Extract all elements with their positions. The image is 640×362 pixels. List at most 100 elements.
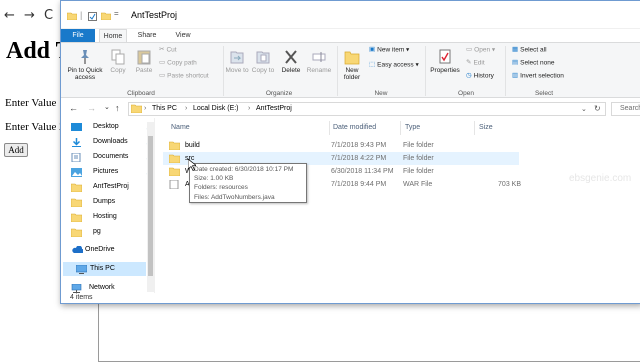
paste-shortcut-icon: ▭ [159, 72, 166, 79]
edit-button[interactable]: ✎ Edit [466, 59, 485, 68]
tooltip-date-created: Date created: 6/30/2018 10:17 PM [194, 166, 294, 173]
nav-item-hosting[interactable]: Hosting [71, 210, 153, 224]
tab-view[interactable]: View [169, 29, 197, 42]
ribbon-separator [337, 46, 338, 96]
rename-button[interactable]: Rename [305, 49, 333, 74]
copy-label: Copy [110, 67, 126, 74]
file-row-build[interactable]: build 7/1/2018 9:43 PM File folder [163, 139, 519, 152]
onedrive-icon [72, 246, 83, 253]
browser-back-button[interactable]: ← [4, 8, 15, 23]
nav-item-this-pc[interactable]: This PC [63, 262, 146, 276]
paste-shortcut-button[interactable]: ▭ Paste shortcut [159, 72, 209, 81]
folder-icon [71, 183, 82, 192]
nav-scrollbar[interactable] [147, 122, 154, 292]
breadcrumb-this-pc[interactable]: This PC [152, 105, 177, 112]
file-date: 6/30/2018 11:34 PM [331, 168, 394, 175]
ribbon-separator [505, 46, 506, 96]
paste-button[interactable]: Paste [132, 49, 156, 74]
item-count: 4 items [70, 294, 93, 301]
browser-reload-button[interactable]: C [44, 8, 53, 23]
tab-home[interactable]: Home [99, 29, 127, 42]
nav-item-onedrive[interactable]: OneDrive [71, 243, 153, 257]
column-header-size[interactable]: Size [479, 124, 493, 131]
search-input[interactable]: Search [611, 102, 640, 116]
browser-forward-button[interactable]: → [24, 8, 35, 23]
column-separator[interactable] [329, 121, 330, 135]
history-icon: ◷ [466, 72, 472, 79]
folder-icon [71, 228, 82, 237]
invert-selection-button[interactable]: ▥ Invert selection [512, 72, 564, 81]
new-folder-qat-icon[interactable] [101, 12, 111, 20]
new-folder-button[interactable]: New folder [340, 49, 364, 81]
file-name: build [185, 142, 200, 149]
rename-label: Rename [306, 67, 332, 74]
easy-access-button[interactable]: ⬚ Easy access ▾ [369, 61, 419, 70]
refresh-icon[interactable]: ↻ [594, 104, 601, 113]
nav-item-dumps[interactable]: Dumps [71, 195, 153, 209]
add-button[interactable]: Add [4, 143, 28, 157]
history-button[interactable]: ◷ History [466, 72, 494, 81]
folder-address-icon [131, 104, 142, 113]
nav-item-anttestproj[interactable]: AntTestProj [71, 180, 153, 194]
open-button[interactable]: ▭ Open ▾ [466, 46, 495, 55]
column-separator[interactable] [400, 121, 401, 135]
column-header-date[interactable]: Date modified [333, 124, 376, 131]
title-bar: | = AntTestProj [61, 1, 640, 29]
address-bar: ← → ⌄ ↑ › This PC › Local Disk (E:) › An… [61, 100, 640, 117]
nav-scrollbar-thumb[interactable] [148, 136, 153, 276]
paste-label: Paste [135, 67, 153, 74]
cut-button[interactable]: ✂ Cut [159, 46, 177, 55]
nav-item-downloads[interactable]: Downloads 📌 [71, 135, 153, 149]
window-title: AntTestProj [131, 10, 178, 20]
breadcrumb-anttestproj[interactable]: AntTestProj [256, 105, 292, 112]
file-type: File folder [403, 168, 434, 175]
nav-label: Desktop [93, 123, 119, 130]
history-label: History [473, 72, 494, 80]
move-to-button[interactable]: Move to [225, 49, 249, 74]
mouse-cursor-icon [188, 159, 196, 171]
nav-label: pg [93, 228, 101, 235]
qat-dropdown[interactable]: = [114, 9, 119, 18]
forward-button[interactable]: → [87, 103, 96, 113]
nav-item-pictures[interactable]: Pictures 📌 [71, 165, 153, 179]
delete-button[interactable]: Delete [279, 49, 303, 74]
copy-path-button[interactable]: ▭ Copy path [159, 59, 197, 68]
nav-item-documents[interactable]: Documents 📌 [71, 150, 153, 164]
downloads-icon [72, 138, 81, 147]
status-bar: 4 items [61, 293, 640, 303]
file-type: WAR File [403, 181, 433, 188]
copy-path-icon: ▭ [159, 59, 166, 66]
breadcrumb-local-disk[interactable]: Local Disk (E:) [193, 105, 239, 112]
column-header-name[interactable]: Name [171, 124, 190, 131]
properties-qat-icon[interactable] [88, 12, 97, 21]
nav-item-desktop[interactable]: Desktop 📌 [71, 120, 153, 134]
open-group-label: Open [458, 90, 474, 97]
column-separator[interactable] [474, 121, 475, 135]
address-box[interactable]: › This PC › Local Disk (E:) › AntTestPro… [128, 102, 606, 116]
properties-icon [439, 49, 451, 64]
up-button[interactable]: ↑ [115, 103, 120, 113]
invert-selection-label: Invert selection [520, 72, 564, 80]
copy-button[interactable]: Copy [107, 49, 129, 74]
network-icon [71, 284, 82, 293]
folder-title-icon [67, 12, 77, 20]
back-button[interactable]: ← [69, 103, 78, 113]
recent-locations-button[interactable]: ⌄ [104, 103, 110, 111]
clipboard-group-label: Clipboard [127, 90, 155, 97]
column-header-type[interactable]: Type [405, 124, 420, 131]
copy-to-button[interactable]: Copy to [251, 49, 275, 74]
properties-button[interactable]: Properties [428, 49, 462, 74]
file-date: 7/1/2018 4:22 PM [331, 155, 387, 162]
address-dropdown[interactable]: ⌄ [581, 105, 587, 113]
select-none-button[interactable]: ▤ Select none [512, 59, 555, 68]
nav-item-pg[interactable]: pg [71, 225, 153, 239]
war-file-icon [169, 180, 179, 189]
tab-file[interactable]: File [61, 29, 95, 42]
ribbon-home: Pin to Quick access Copy Paste ✂ Cut ▭ Cop… [61, 42, 640, 98]
navigation-pane: Desktop 📌 Downloads 📌 Documents 📌 Pictur… [61, 118, 155, 293]
pin-quick-access-button[interactable]: Pin to Quick access [63, 49, 107, 81]
new-item-button[interactable]: ▣ New item ▾ [369, 46, 409, 55]
tab-share[interactable]: Share [133, 29, 161, 42]
select-all-button[interactable]: ▦ Select all [512, 46, 547, 55]
move-to-icon [230, 51, 244, 64]
